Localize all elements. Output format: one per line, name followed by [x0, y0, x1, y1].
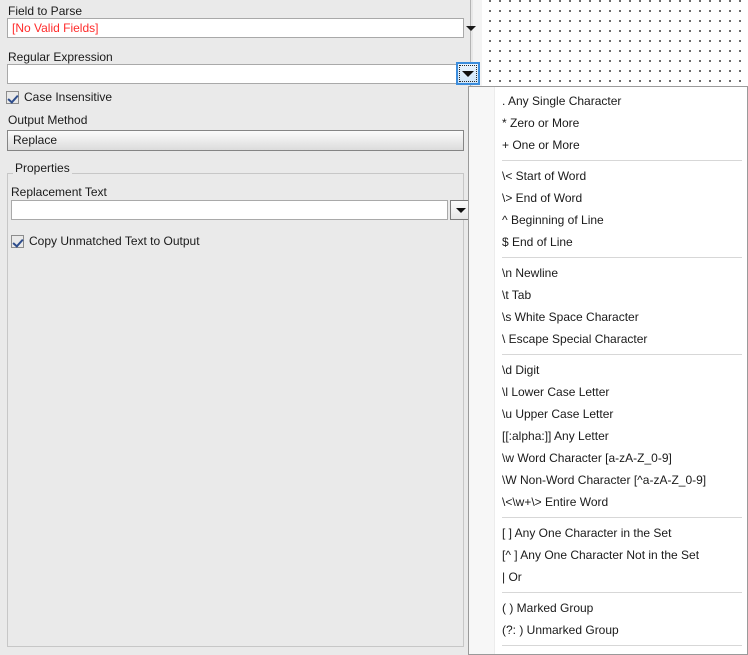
menu-item[interactable]: \d Digit — [469, 359, 747, 381]
copy-unmatched-text-checkbox[interactable]: Copy Unmatched Text to Output — [11, 234, 200, 248]
checkmark-icon — [6, 90, 19, 104]
menu-item[interactable]: \> End of Word — [469, 187, 747, 209]
menu-item[interactable]: + One or More — [469, 134, 747, 156]
replacement-text-input[interactable] — [11, 200, 448, 220]
menu-separator — [502, 257, 742, 258]
menu-item[interactable]: Complete Perl 5 RegEx Syntax — [469, 650, 747, 654]
menu-item[interactable]: \n Newline — [469, 262, 747, 284]
menu-item[interactable]: [^ ] Any One Character Not in the Set — [469, 544, 747, 566]
menu-item[interactable]: \< Start of Word — [469, 165, 747, 187]
case-insensitive-label: Case Insensitive — [24, 90, 113, 104]
menu-separator — [502, 517, 742, 518]
menu-separator — [502, 592, 742, 593]
regex-helper-menu[interactable]: . Any Single Character * Zero or More + On… — [468, 86, 748, 655]
menu-item[interactable]: $ End of Line — [469, 231, 747, 253]
menu-item[interactable]: \ Escape Special Character — [469, 328, 747, 350]
menu-item[interactable]: (?: ) Unmarked Group — [469, 619, 747, 641]
menu-item[interactable]: [ ] Any One Character in the Set — [469, 522, 747, 544]
chevron-down-icon[interactable] — [466, 26, 476, 31]
menu-item[interactable]: [[:alpha:]] Any Letter — [469, 425, 747, 447]
menu-item[interactable]: ^ Beginning of Line — [469, 209, 747, 231]
output-method-selector[interactable]: Replace — [7, 130, 464, 151]
menu-item[interactable]: \t Tab — [469, 284, 747, 306]
menu-item[interactable]: \s White Space Character — [469, 306, 747, 328]
menu-item[interactable]: | Or — [469, 566, 747, 588]
configuration-panel: Field to Parse [No Valid Fields] Regular… — [0, 0, 480, 655]
case-insensitive-checkbox[interactable]: Case Insensitive — [6, 90, 112, 104]
field-to-parse-label: Field to Parse — [8, 4, 83, 18]
field-to-parse-value: [No Valid Fields] — [12, 21, 99, 35]
menu-item[interactable]: ( ) Marked Group — [469, 597, 747, 619]
menu-separator — [502, 354, 742, 355]
menu-separator — [502, 160, 742, 161]
menu-item[interactable]: \l Lower Case Letter — [469, 381, 747, 403]
menu-item[interactable]: \u Upper Case Letter — [469, 403, 747, 425]
regex-helper-dropdown-button[interactable] — [456, 62, 480, 85]
copy-unmatched-text-label: Copy Unmatched Text to Output — [29, 234, 200, 248]
chevron-down-icon — [455, 207, 466, 213]
menu-separator — [502, 645, 742, 646]
menu-item[interactable]: \<\w+\> Entire Word — [469, 491, 747, 513]
menu-item-list: . Any Single Character * Zero or More + On… — [469, 87, 747, 654]
field-to-parse-combo[interactable]: [No Valid Fields] — [7, 18, 464, 38]
menu-item[interactable]: . Any Single Character — [469, 90, 747, 112]
regular-expression-input[interactable] — [7, 64, 457, 84]
checkmark-icon — [11, 234, 24, 248]
menu-item[interactable]: \W Non-Word Character [^a-zA-Z_0-9] — [469, 469, 747, 491]
output-method-label: Output Method — [8, 113, 88, 127]
chevron-down-icon — [462, 70, 474, 77]
properties-legend: Properties — [13, 161, 72, 175]
menu-item[interactable]: * Zero or More — [469, 112, 747, 134]
regular-expression-label: Regular Expression — [8, 50, 113, 64]
replacement-text-label: Replacement Text — [11, 185, 107, 199]
menu-item[interactable]: \w Word Character [a-zA-Z_0-9] — [469, 447, 747, 469]
